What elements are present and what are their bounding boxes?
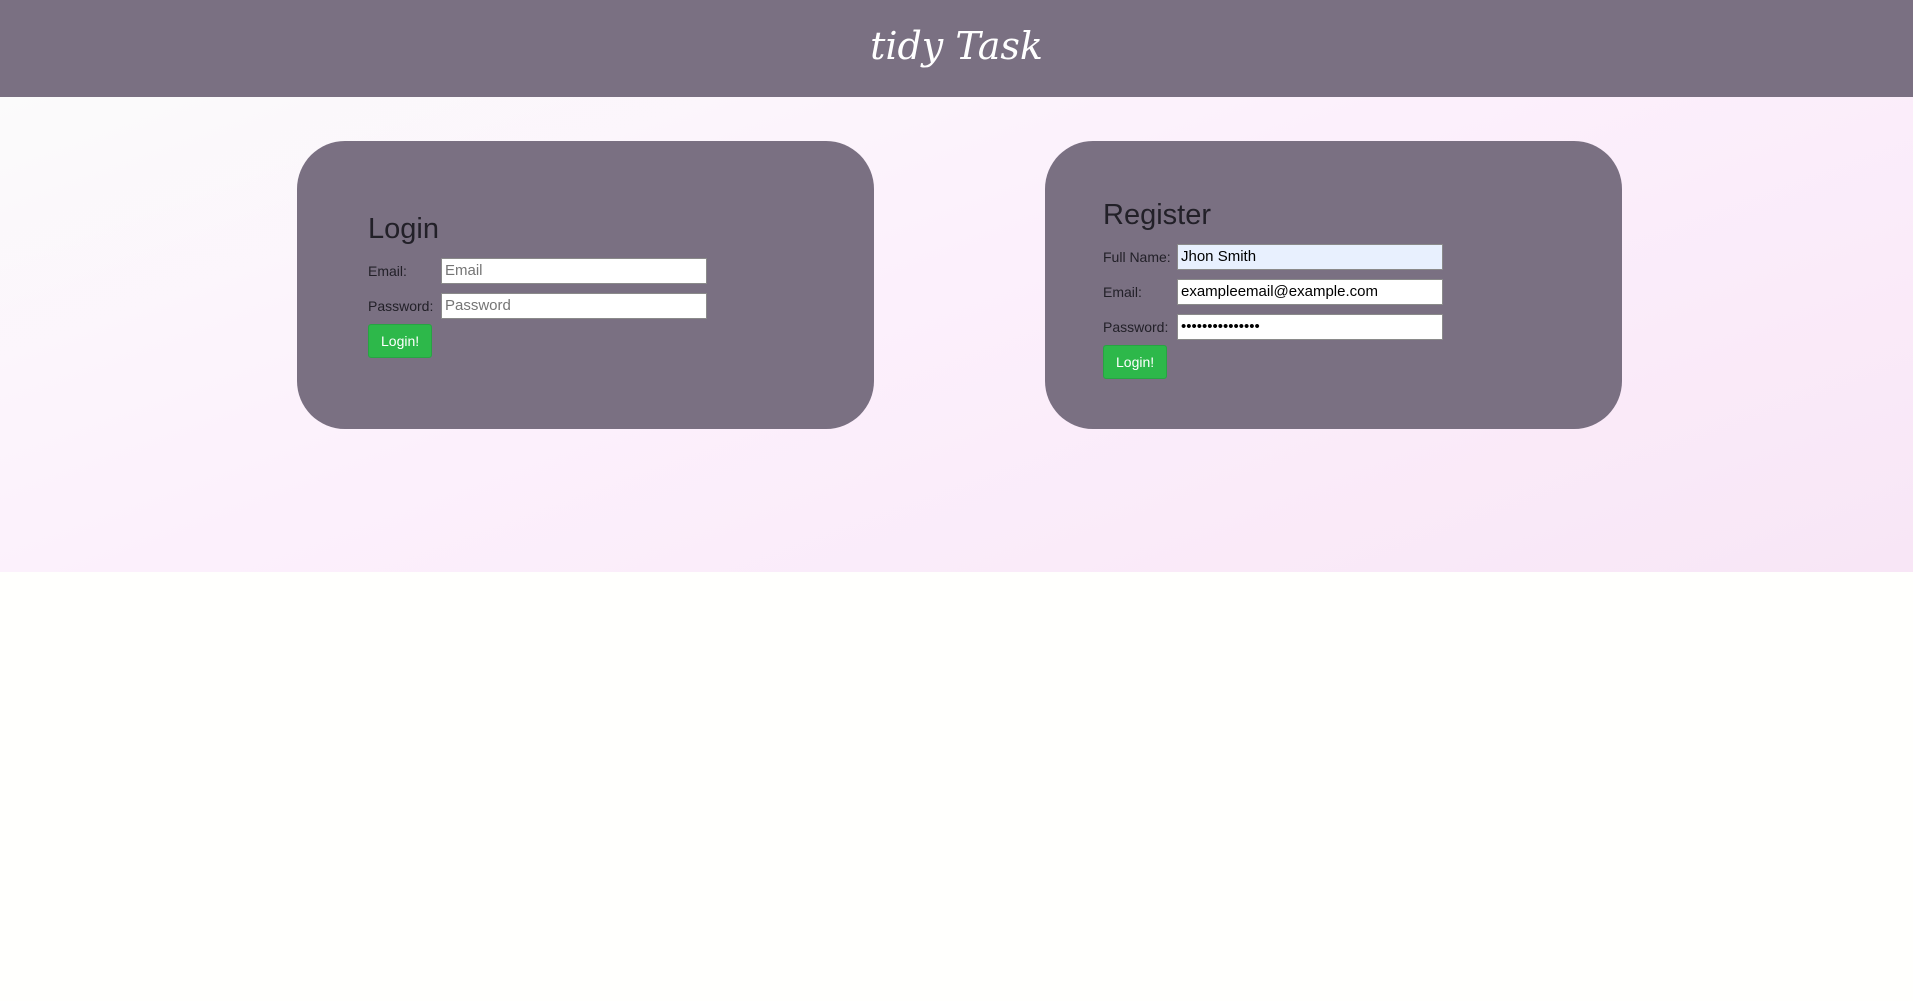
register-form: Register Full Name: Email: Password: Log… [1103, 197, 1443, 379]
register-card: Register Full Name: Email: Password: Log… [1045, 141, 1622, 429]
login-submit-button[interactable]: Login! [368, 324, 433, 358]
register-email-input[interactable] [1177, 278, 1443, 305]
register-fullname-label: Full Name: [1103, 248, 1171, 265]
login-form: Login Email: Password: Login! [368, 211, 707, 358]
register-password-input[interactable] [1177, 313, 1443, 340]
register-email-row: Email: [1103, 274, 1443, 309]
login-password-input[interactable] [441, 292, 707, 319]
brand-logo[interactable]: tidy Task [870, 24, 1043, 68]
register-email-label: Email: [1103, 283, 1142, 300]
login-password-row: Password: [368, 288, 707, 323]
login-email-input[interactable] [441, 257, 707, 284]
login-password-label: Password: [368, 297, 434, 314]
register-fullname-row: Full Name: [1103, 239, 1443, 274]
login-card: Login Email: Password: Login! [297, 141, 874, 429]
login-email-row: Email: [368, 253, 707, 288]
register-title: Register [1103, 199, 1211, 231]
register-password-row: Password: [1103, 309, 1443, 344]
register-fullname-input[interactable] [1177, 243, 1443, 270]
main-content: Login Email: Password: Login! Register F… [0, 97, 1913, 572]
login-email-label: Email: [368, 262, 407, 279]
login-title: Login [368, 213, 439, 245]
app-header: tidy Task [0, 0, 1913, 97]
register-submit-button[interactable]: Login! [1103, 345, 1168, 379]
register-password-label: Password: [1103, 318, 1169, 335]
